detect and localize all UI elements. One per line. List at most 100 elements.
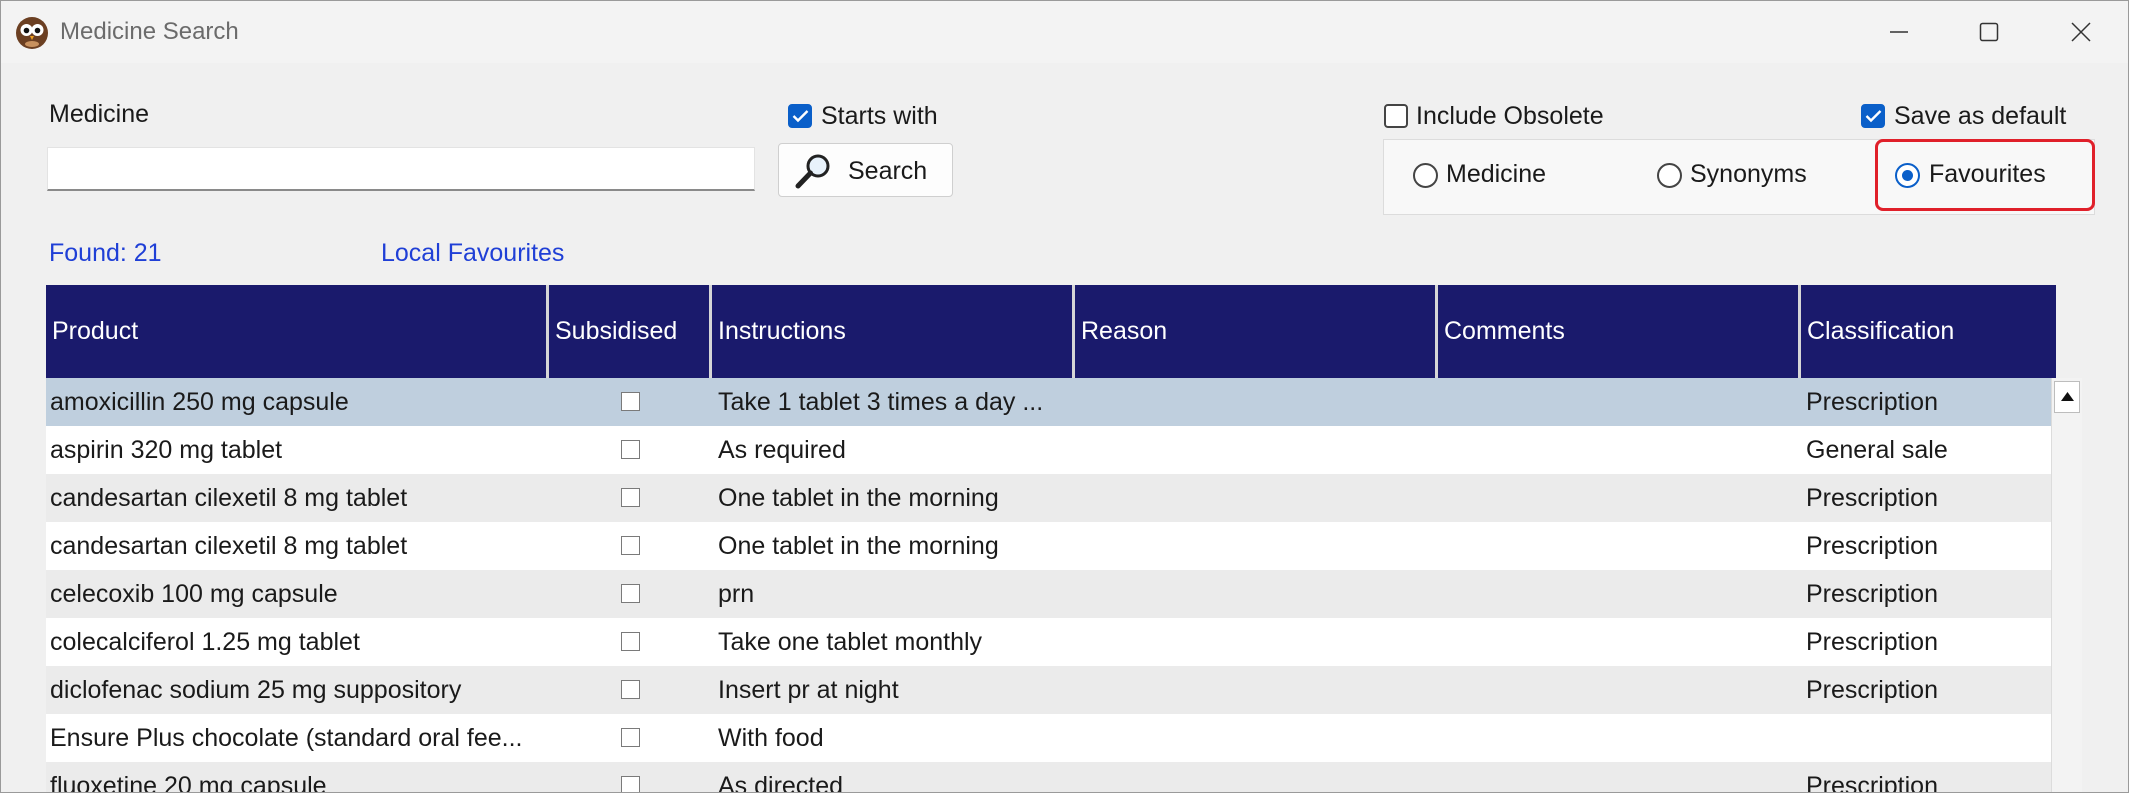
cell-comments [1444,474,1794,522]
cell-reason [1081,714,1431,762]
table-row[interactable]: Ensure Plus chocolate (standard oral fee… [46,714,2056,762]
maximize-button[interactable] [1949,1,2029,63]
table-row[interactable]: fluoxetine 20 mg capsule As directed Presc… [46,762,2056,793]
owl-icon [15,16,49,50]
minimize-icon [1890,31,1908,33]
table-row[interactable]: aspirin 320 mg tablet As required General … [46,426,2056,474]
cell-comments [1444,618,1794,666]
cell-product: Ensure Plus chocolate (standard oral fee… [50,724,523,752]
radio-medicine-label[interactable]: Medicine [1446,160,1546,189]
cell-reason [1081,426,1431,474]
cell-product: diclofenac sodium 25 mg suppository [50,676,462,704]
cell-instructions: As directed [718,772,844,793]
radio-synonyms[interactable] [1657,163,1682,188]
cell-classification: Prescription [1806,532,1938,560]
cell-instructions: Take 1 tablet 3 times a day ... [718,388,1044,416]
scroll-up-button[interactable] [2054,381,2080,413]
cell-product: fluoxetine 20 mg capsule [50,772,327,793]
list-source-label: Local Favourites [381,239,565,267]
cell-instructions: prn [718,580,755,608]
column-header-classification[interactable]: Classification [1801,285,2056,378]
medicine-input[interactable] [47,147,755,191]
column-header-product[interactable]: Product [46,285,549,378]
starts-with-label: Starts with [821,102,938,130]
subsidised-checkbox[interactable] [621,728,640,747]
cell-classification: Prescription [1806,484,1938,512]
cell-product: candesartan cilexetil 8 mg tablet [50,532,408,560]
subsidised-checkbox[interactable] [621,536,640,555]
medicine-label: Medicine [49,100,150,128]
medicine-search-window: Medicine Search Medicine Starts with Sea… [0,0,2129,793]
subsidised-checkbox[interactable] [621,392,640,411]
include-obsolete-checkbox[interactable] [1384,104,1408,128]
cell-reason [1081,570,1431,618]
radio-synonyms-label[interactable]: Synonyms [1690,160,1807,189]
checkmark-icon [1865,110,1882,123]
cell-instructions: With food [718,724,824,752]
search-button[interactable]: Search [778,143,953,197]
subsidised-checkbox[interactable] [621,632,640,651]
column-header-subsidised[interactable]: Subsidised [549,285,712,378]
cell-product: colecalciferol 1.25 mg tablet [50,628,360,656]
title-bar: Medicine Search [1,1,2128,63]
cell-reason [1081,666,1431,714]
close-button[interactable] [2041,1,2121,63]
arrow-up-icon [2061,392,2074,401]
favourites-highlight [1875,139,2095,211]
table-row[interactable]: celecoxib 100 mg capsule prn Prescription [46,570,2056,618]
cell-instructions: One tablet in the morning [718,532,999,560]
cell-instructions: Insert pr at night [718,676,899,704]
cell-instructions: One tablet in the morning [718,484,999,512]
save-as-default-label: Save as default [1894,102,2067,130]
save-as-default-checkbox[interactable] [1861,104,1885,128]
close-icon [2071,22,2091,42]
cell-reason [1081,474,1431,522]
cell-reason [1081,762,1431,792]
cell-classification: Prescription [1806,580,1938,608]
table-row[interactable]: colecalciferol 1.25 mg tablet Take one ta… [46,618,2056,666]
column-header-reason[interactable]: Reason [1075,285,1438,378]
cell-product: celecoxib 100 mg capsule [50,580,338,608]
cell-product: amoxicillin 250 mg capsule [50,388,349,416]
table-row[interactable]: diclofenac sodium 25 mg suppository Inser… [46,666,2056,714]
subsidised-checkbox[interactable] [621,440,640,459]
cell-classification: Prescription [1806,628,1938,656]
window-title: Medicine Search [60,18,239,45]
cell-comments [1444,378,1794,426]
cell-product: candesartan cilexetil 8 mg tablet [50,484,408,512]
table-row[interactable]: amoxicillin 250 mg capsule Take 1 tablet … [46,378,2056,426]
subsidised-checkbox[interactable] [621,584,640,603]
radio-medicine[interactable] [1413,163,1438,188]
search-button-label: Search [848,157,928,185]
cell-comments [1444,762,1794,792]
cell-comments [1444,714,1794,762]
cell-classification: Prescription [1806,676,1938,704]
subsidised-checkbox[interactable] [621,776,640,792]
found-count: Found: 21 [49,239,162,267]
cell-comments [1444,570,1794,618]
minimize-button[interactable] [1859,1,1939,63]
include-obsolete-label: Include Obsolete [1416,102,1604,130]
cell-reason [1081,618,1431,666]
table-header: Product Subsidised Instructions Reason C… [46,285,2056,378]
column-header-instructions[interactable]: Instructions [712,285,1075,378]
subsidised-checkbox[interactable] [621,488,640,507]
cell-classification: General sale [1806,436,1948,464]
cell-reason [1081,522,1431,570]
cell-classification: Prescription [1806,772,1938,793]
checkmark-icon [792,110,809,123]
cell-comments [1444,426,1794,474]
maximize-icon [1979,22,1999,42]
cell-comments [1444,666,1794,714]
table-row[interactable]: candesartan cilexetil 8 mg tablet One tab… [46,522,2056,570]
medicine-table: Product Subsidised Instructions Reason C… [46,285,2056,793]
cell-classification [1806,714,2051,762]
vertical-scrollbar[interactable] [2051,378,2082,792]
column-header-comments[interactable]: Comments [1438,285,1801,378]
cell-instructions: Take one tablet monthly [718,628,983,656]
cell-comments [1444,522,1794,570]
starts-with-checkbox[interactable] [788,104,812,128]
cell-reason [1081,378,1431,426]
subsidised-checkbox[interactable] [621,680,640,699]
table-row[interactable]: candesartan cilexetil 8 mg tablet One tab… [46,474,2056,522]
